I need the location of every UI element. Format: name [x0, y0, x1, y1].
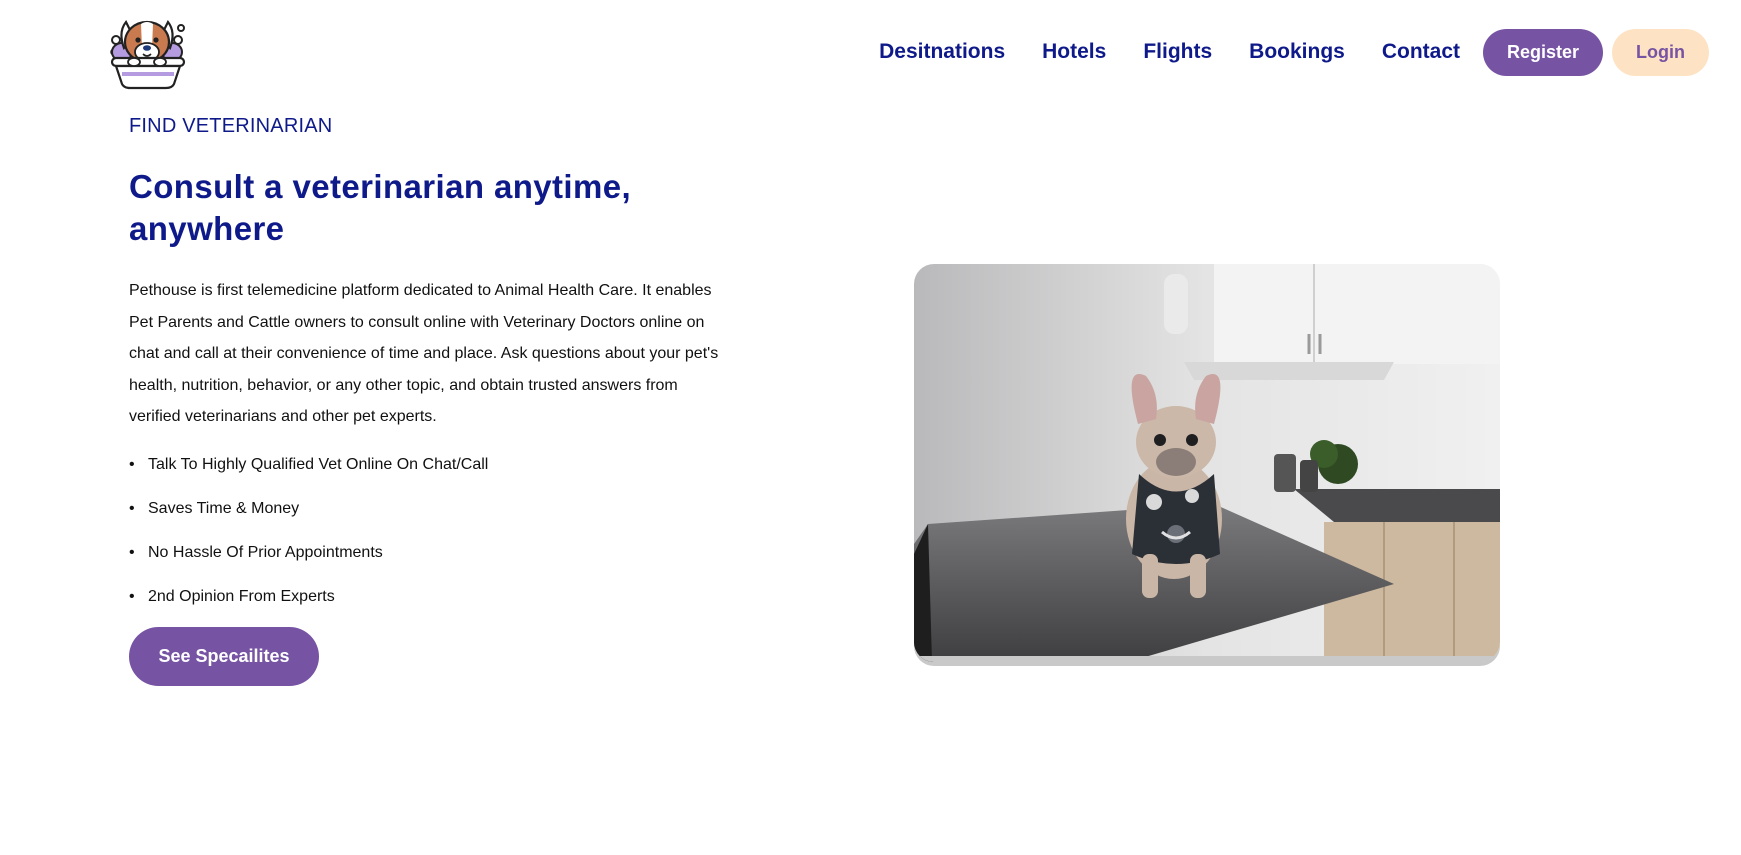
french-bulldog-on-exam-table-photo: [914, 264, 1500, 662]
nav-link-contact[interactable]: Contact: [1382, 28, 1460, 76]
nav-link-hotels[interactable]: Hotels: [1042, 28, 1106, 76]
page-title: Consult a veterinarian anytime, anywhere: [129, 168, 632, 247]
page: Desitnations Hotels Flights Bookings Con…: [0, 0, 1741, 855]
nav-link-flights[interactable]: Flights: [1143, 28, 1212, 76]
see-specialities-button[interactable]: See Specailites: [129, 626, 319, 686]
list-item: • Saves Time & Money: [129, 494, 719, 538]
login-button[interactable]: Login: [1612, 28, 1709, 76]
feature-list: • Talk To Highly Qualified Vet Online On …: [129, 450, 719, 626]
register-button[interactable]: Register: [1483, 28, 1603, 76]
bullet-icon: •: [129, 499, 135, 517]
nav-link-bookings[interactable]: Bookings: [1249, 28, 1345, 76]
site-header: Desitnations Hotels Flights Bookings Con…: [0, 0, 1741, 100]
list-item: • No Hassle Of Prior Appointments: [129, 538, 719, 582]
feature-text: Talk To Highly Qualified Vet Online On C…: [148, 455, 489, 473]
list-item: • 2nd Opinion From Experts: [129, 582, 719, 626]
section-eyebrow: FIND VETERINARIAN: [129, 115, 333, 137]
bullet-icon: •: [129, 455, 135, 473]
feature-text: No Hassle Of Prior Appointments: [148, 543, 383, 561]
hero-content: FIND VETERINARIAN Consult a veterinarian…: [129, 115, 719, 686]
main-nav: Desitnations Hotels Flights Bookings Con…: [879, 28, 1709, 76]
hero-description: Pethouse is first telemedicine platform …: [129, 282, 719, 425]
feature-text: Saves Time & Money: [148, 499, 300, 517]
list-item: • Talk To Highly Qualified Vet Online On …: [129, 450, 719, 494]
dog-in-bathtub-logo-icon[interactable]: [108, 12, 188, 92]
nav-link-destinations[interactable]: Desitnations: [879, 28, 1005, 76]
bullet-icon: •: [129, 587, 135, 605]
feature-text: 2nd Opinion From Experts: [148, 587, 335, 605]
bullet-icon: •: [129, 543, 135, 561]
